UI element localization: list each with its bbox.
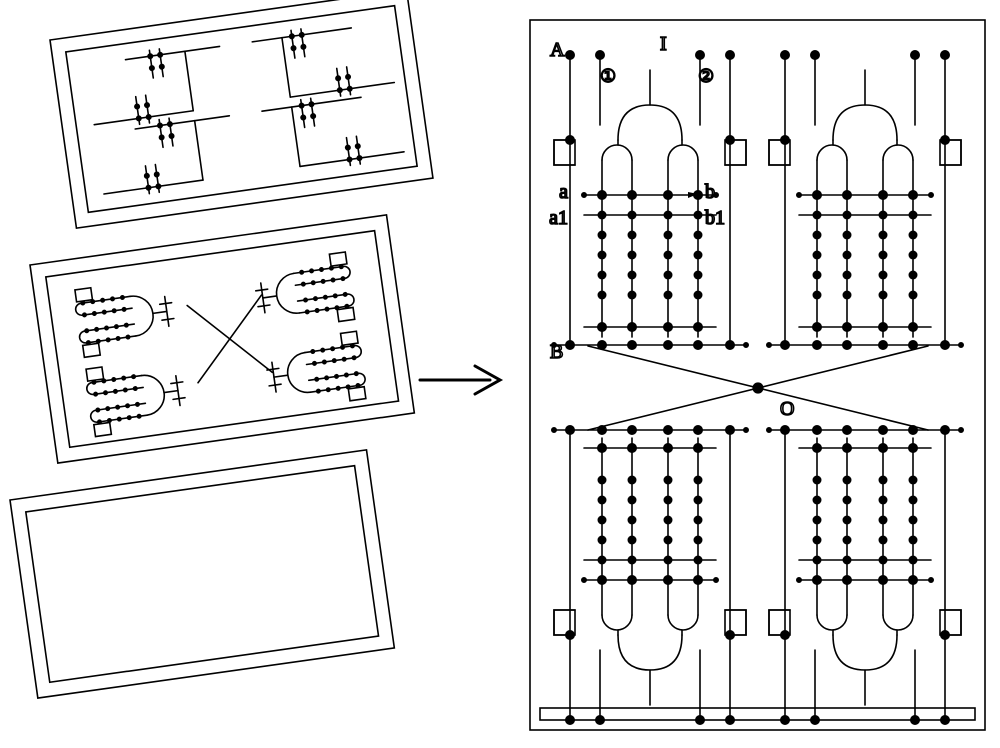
label-b: b [705, 181, 715, 203]
right-panel: A I ① ② a b a1 b1 B O [530, 20, 985, 730]
label-O: O [780, 398, 794, 420]
label-A: A [550, 39, 565, 61]
module-bottom-right [767, 426, 963, 724]
label-I: I [660, 33, 667, 55]
label-a: a [559, 181, 568, 203]
module-bottom-left [552, 426, 748, 724]
label-b1: b1 [705, 207, 725, 229]
left-panel-middle [30, 215, 414, 463]
label-one: ① [600, 66, 616, 86]
diagram-root: A I ① ② a b a1 b1 B O [0, 0, 1000, 748]
module-top-left [552, 51, 748, 349]
arrow-icon [420, 366, 500, 394]
left-panel-bottom [10, 450, 394, 698]
module-top-right [767, 51, 963, 349]
cross-link [588, 346, 928, 430]
left-panel-top [50, 0, 433, 228]
label-a1: a1 [549, 207, 568, 229]
